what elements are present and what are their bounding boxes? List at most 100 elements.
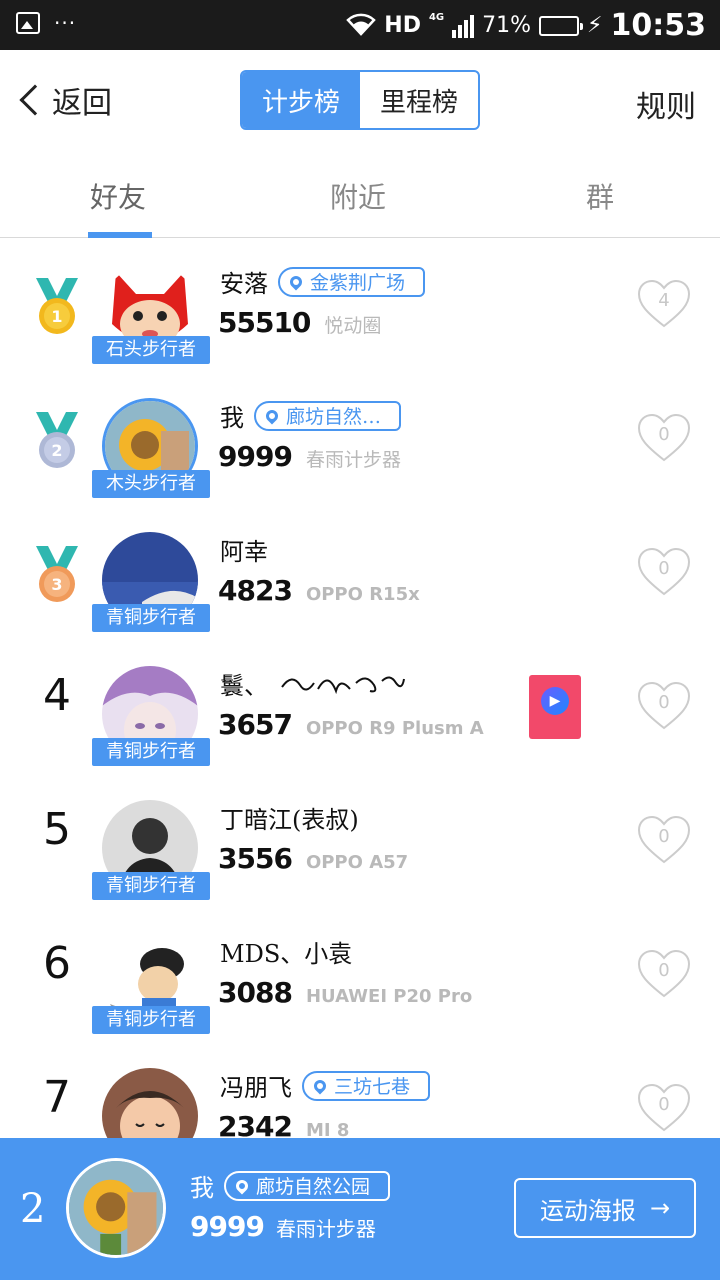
tab-distance-ranking[interactable]: 里程榜 [360,72,478,128]
list-item[interactable]: 4 青铜步行者 鬟、 3657 OPPO R9 Plusm A 0 [0,640,720,774]
like-count: 0 [658,960,670,981]
level-badge: 青铜步行者 [92,738,210,766]
list-item[interactable]: 1 石头步行者 安落 金紫荆广场 55510 悦动圈 4 [0,238,720,372]
location-tag[interactable]: 金紫荆广场 [278,266,426,297]
status-bar: ··· HD 4G 71% ⚡ 10:53 [0,0,720,50]
list-item[interactable]: 6 青铜步行者 MDS、小袁 3088 HUAWEI P20 Pro 0 [0,908,720,1042]
location-pin-icon [311,1077,329,1094]
rank-number: 6 [43,938,71,989]
level-badge: 青铜步行者 [92,872,210,900]
step-count: 9999 [218,440,293,473]
user-name: 冯朋飞 [220,1074,292,1102]
device-name: OPPO R9 Plusm A [305,718,484,739]
user-name: 阿幸 [220,538,268,566]
device-name: MI 8 [305,1120,350,1138]
avatar[interactable]: 青铜步行者 [92,800,210,900]
like-count: 0 [658,826,670,847]
scope-tabs: 好友 附近 群 [0,154,720,238]
list-item[interactable]: 7 冯朋飞 三坊七巷 2342 MI 8 0 [0,1042,720,1138]
more-notifications-icon: ··· [54,11,77,35]
sport-poster-button[interactable]: 运动海报 → [514,1178,696,1238]
bronze-medal-icon: 3 [34,544,80,604]
charging-icon: ⚡ [587,13,603,38]
list-item[interactable]: 2 木头步行者 我 廊坊自然… 9999 春雨计步器 0 [0,372,720,506]
location-pin-icon [233,1177,251,1194]
step-count: 3088 [218,976,293,1009]
ranking-list: 1 石头步行者 安落 金紫荆广场 55510 悦动圈 4 2 木头步行者 我 廊… [0,238,720,1138]
step-count: 3657 [218,708,293,741]
avatar[interactable]: 木头步行者 [92,398,210,498]
step-count: 55510 [218,306,311,339]
rules-button[interactable]: 规则 [636,82,696,126]
poster-label: 运动海报 [539,1196,636,1225]
arrow-right-icon: → [649,1194,671,1222]
like-count: 4 [658,290,670,311]
like-button[interactable]: 0 [636,948,692,1000]
avatar[interactable]: 石头步行者 [92,264,210,364]
device-name: 春雨计步器 [305,449,401,471]
decorative-script-icon [281,676,405,694]
like-count: 0 [658,558,670,579]
device-name: OPPO R15x [305,584,420,605]
step-count: 2342 [218,1110,293,1138]
location-tag[interactable]: 三坊七巷 [302,1070,431,1101]
clock: 10:53 [610,8,707,43]
device-name: HUAWEI P20 Pro [305,986,473,1007]
svg-text:3: 3 [51,575,62,594]
like-button[interactable]: 0 [636,546,692,598]
avatar[interactable] [102,1068,198,1138]
image-icon [16,12,40,34]
my-rank-number: 2 [20,1186,46,1232]
avatar[interactable]: 青铜步行者 [92,666,210,766]
like-count: 0 [658,424,670,445]
avatar[interactable]: 青铜步行者 [92,532,210,632]
device-name: 悦动圈 [324,315,382,337]
my-location-tag[interactable]: 廊坊自然公园 [224,1170,391,1201]
avatar[interactable]: 青铜步行者 [92,934,210,1034]
silver-medal-icon: 2 [34,410,80,470]
rank-number: 5 [43,804,71,855]
battery-icon [539,15,584,36]
step-count: 3556 [218,842,293,875]
like-button[interactable]: 4 [636,278,692,330]
level-badge: 木头步行者 [92,470,210,498]
rank-number: 7 [43,1072,71,1123]
back-label: 返回 [52,86,112,121]
back-button[interactable]: 返回 [14,78,112,122]
my-ranking-bar[interactable]: 2 我 廊坊自然公园 9999 春雨计步器 运动海报 → [0,1138,720,1280]
header: 返回 计步榜 里程榜 规则 [0,50,720,154]
user-name: MDS、小袁 [220,940,353,968]
ranking-type-switch: 计步榜 里程榜 [240,70,480,130]
my-step-count: 9999 [190,1210,265,1243]
step-count: 4823 [218,574,293,607]
like-count: 0 [658,1094,670,1115]
signal-icon [452,14,475,38]
level-badge: 石头步行者 [92,336,210,364]
wifi-icon [346,12,377,40]
location-pin-icon [263,407,281,424]
location-tag[interactable]: 廊坊自然… [254,400,402,431]
hd-indicator: HD [384,13,421,38]
like-button[interactable]: 0 [636,680,692,732]
svg-text:1: 1 [51,307,62,326]
tab-nearby[interactable]: 附近 [330,176,386,216]
like-button[interactable]: 0 [636,814,692,866]
user-name: 鬟、 [220,672,268,700]
level-badge: 青铜步行者 [92,604,210,632]
like-button[interactable]: 0 [636,412,692,464]
my-device-name: 春雨计步器 [275,1217,376,1241]
red-packet-button[interactable]: ▶ [529,675,581,739]
tab-friends[interactable]: 好友 [90,176,146,216]
like-count: 0 [658,692,670,713]
list-item[interactable]: 5 青铜步行者 丁暗江(表叔) 3556 OPPO A57 0 [0,774,720,908]
my-name: 我 [190,1174,214,1202]
like-button[interactable]: 0 [636,1082,692,1134]
list-item[interactable]: 3 青铜步行者 阿幸 4823 OPPO R15x 0 [0,506,720,640]
play-icon: ▶ [541,687,569,715]
tab-groups[interactable]: 群 [586,176,614,216]
user-name: 我 [220,404,244,432]
tab-step-ranking[interactable]: 计步榜 [242,72,360,128]
gold-medal-icon: 1 [34,276,80,336]
my-avatar[interactable] [66,1158,166,1258]
location-pin-icon [287,273,305,290]
